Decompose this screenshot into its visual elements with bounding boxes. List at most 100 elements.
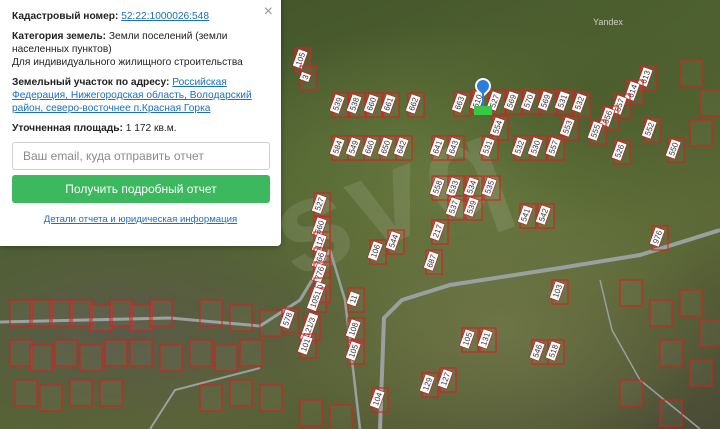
land-parcel[interactable]: 538 <box>346 92 366 118</box>
land-parcel[interactable]: 569 <box>503 89 523 115</box>
land-parcel[interactable]: 660 <box>361 135 381 161</box>
land-parcel[interactable] <box>79 344 103 372</box>
land-parcel[interactable]: 550 <box>665 137 685 163</box>
land-parcel[interactable]: 531 <box>554 89 574 115</box>
land-parcel[interactable] <box>199 384 223 412</box>
land-parcel[interactable]: 127 <box>437 367 457 393</box>
land-parcel[interactable] <box>259 384 283 412</box>
land-parcel[interactable]: 663 <box>451 91 471 117</box>
land-parcel[interactable] <box>199 299 223 327</box>
land-parcel[interactable]: 687 <box>423 249 443 275</box>
land-parcel[interactable] <box>129 339 153 367</box>
land-parcel[interactable]: 650 <box>377 135 397 161</box>
land-parcel[interactable] <box>89 304 113 332</box>
land-parcel[interactable] <box>129 304 153 332</box>
land-parcel[interactable]: 103 <box>549 279 569 305</box>
land-parcel[interactable]: 544 <box>385 229 405 255</box>
land-parcel[interactable]: 518 <box>545 339 565 365</box>
land-parcel[interactable]: 106 <box>367 239 387 265</box>
land-parcel[interactable]: 541 <box>517 203 537 229</box>
land-parcel[interactable]: 530 <box>527 135 547 161</box>
land-parcel[interactable] <box>69 299 93 327</box>
land-parcel[interactable] <box>14 379 38 407</box>
land-parcel[interactable]: 558 <box>429 175 449 201</box>
get-report-button[interactable]: Получить подробный отчет <box>12 175 270 203</box>
land-parcel[interactable] <box>689 119 713 147</box>
land-parcel[interactable] <box>659 399 683 427</box>
land-parcel[interactable] <box>259 309 283 337</box>
cadastral-number-link[interactable]: 52:22:1000026:548 <box>121 11 209 22</box>
land-parcel[interactable]: 11 <box>345 287 365 313</box>
land-parcel[interactable] <box>109 299 133 327</box>
land-parcel[interactable]: 976 <box>649 225 669 251</box>
close-icon[interactable]: × <box>264 4 273 20</box>
land-parcel[interactable] <box>159 344 183 372</box>
land-parcel[interactable]: 105 <box>459 327 479 353</box>
land-parcel[interactable] <box>659 339 683 367</box>
land-parcel[interactable] <box>619 379 643 407</box>
land-parcel[interactable]: 105 <box>345 339 365 365</box>
land-parcel[interactable]: 104 <box>369 387 389 413</box>
land-parcel[interactable]: 108 <box>345 317 365 343</box>
land-parcel[interactable]: 539 <box>463 195 483 221</box>
land-parcel[interactable] <box>699 89 720 117</box>
land-parcel[interactable] <box>699 319 720 347</box>
land-parcel[interactable] <box>239 339 263 367</box>
land-parcel[interactable] <box>54 339 78 367</box>
land-parcel[interactable] <box>149 299 173 327</box>
land-parcel[interactable]: 661 <box>380 92 400 118</box>
land-parcel[interactable]: 129 <box>419 372 439 398</box>
land-parcel[interactable] <box>229 304 253 332</box>
land-parcel[interactable]: 535 <box>481 175 501 201</box>
land-parcel[interactable]: 526 <box>611 139 631 165</box>
land-parcel[interactable]: 531 <box>479 135 499 161</box>
land-parcel[interactable]: 643 <box>445 135 465 161</box>
land-parcel[interactable]: 557 <box>545 135 565 161</box>
land-parcel[interactable]: 642 <box>393 135 413 161</box>
land-parcel[interactable] <box>39 384 63 412</box>
land-parcel[interactable] <box>619 279 643 307</box>
land-parcel[interactable]: 555 <box>587 119 607 145</box>
land-parcel[interactable]: 217 <box>429 219 449 245</box>
land-parcel[interactable]: 578 <box>279 307 299 333</box>
land-parcel[interactable]: 1051 <box>306 286 327 313</box>
land-parcel[interactable]: 537 <box>445 195 465 221</box>
land-parcel[interactable] <box>214 344 238 372</box>
land-parcel[interactable]: 584 <box>329 135 349 161</box>
land-parcel[interactable] <box>9 339 33 367</box>
land-parcel[interactable]: 539 <box>329 92 349 118</box>
land-parcel[interactable]: 532 <box>511 135 531 161</box>
land-parcel[interactable]: 569 <box>537 89 557 115</box>
land-parcel[interactable] <box>649 299 673 327</box>
report-details-link[interactable]: Детали отчета и юридическая информация <box>12 213 269 226</box>
land-parcel[interactable] <box>29 344 53 372</box>
land-parcel[interactable] <box>679 289 703 317</box>
land-parcel[interactable] <box>69 379 93 407</box>
land-parcel[interactable] <box>104 339 128 367</box>
land-parcel[interactable] <box>299 399 323 427</box>
location-pin-icon[interactable] <box>471 74 495 120</box>
land-parcel[interactable] <box>679 59 703 87</box>
land-parcel[interactable]: 552 <box>641 117 661 143</box>
land-parcel[interactable]: 542 <box>535 203 555 229</box>
land-parcel[interactable] <box>329 404 353 429</box>
land-parcel[interactable] <box>49 299 73 327</box>
land-parcel[interactable]: 101 <box>297 333 317 359</box>
land-parcel[interactable] <box>189 339 213 367</box>
land-parcel[interactable] <box>229 379 253 407</box>
land-parcel[interactable]: 3 <box>298 65 317 91</box>
land-parcel[interactable]: 546 <box>529 339 549 365</box>
land-parcel[interactable]: 532 <box>571 91 591 117</box>
land-parcel[interactable] <box>29 299 53 327</box>
land-parcel[interactable] <box>99 379 123 407</box>
land-parcel[interactable] <box>689 359 713 387</box>
land-parcel[interactable]: 660 <box>363 92 383 118</box>
land-parcel[interactable]: 527 <box>311 192 331 218</box>
land-parcel[interactable]: 549 <box>345 135 365 161</box>
land-parcel[interactable]: 641 <box>429 135 449 161</box>
land-parcel[interactable]: 131 <box>477 327 497 353</box>
land-parcel[interactable] <box>9 299 33 327</box>
email-input[interactable] <box>12 142 270 170</box>
land-parcel[interactable]: 662 <box>405 92 425 118</box>
land-parcel[interactable]: 570 <box>520 89 540 115</box>
